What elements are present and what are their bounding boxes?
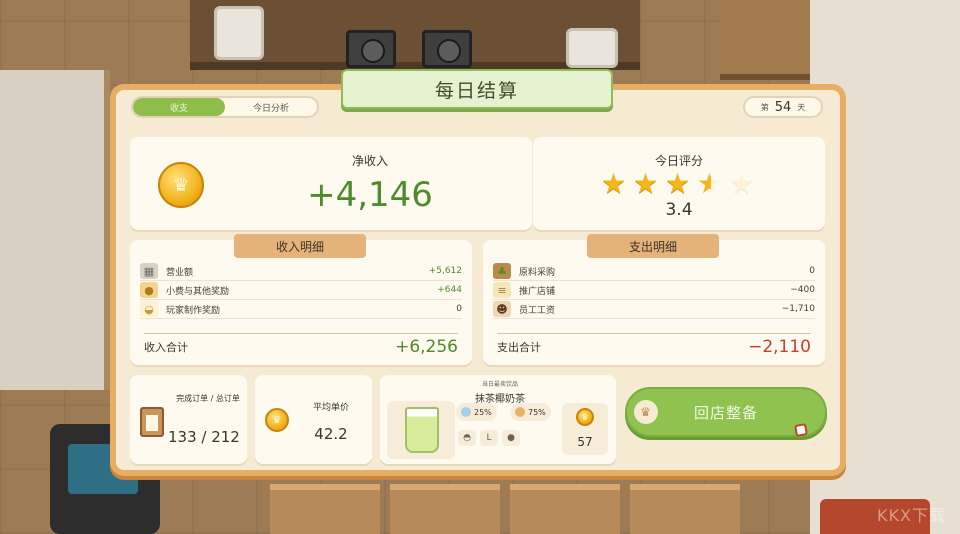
clipboard-icon — [140, 407, 164, 437]
income-row-label: 小费与其他奖励 — [166, 286, 230, 297]
grinder-appliance — [566, 28, 618, 68]
sugar-level-chip: 75% — [510, 403, 551, 421]
daily-rating-card: 今日评分 ★ ★ ★ ★ ★ 3.4 — [533, 137, 825, 230]
expense-row-value: 0 — [809, 266, 815, 276]
chef-coin-icon: ♛ — [265, 408, 289, 432]
average-price-card: ♛ 平均单价 42.2 — [255, 375, 372, 464]
star-empty-icon: ★ — [729, 167, 755, 200]
expense-total-value: −2,110 — [748, 336, 811, 357]
drink-price-box: ♛ 57 — [562, 403, 608, 455]
orders-value: 133 / 212 — [168, 428, 240, 446]
chef-dish-icon: ◒ — [140, 301, 158, 317]
rating-value: 3.4 — [665, 200, 693, 220]
stove-icon — [346, 30, 396, 68]
table — [270, 484, 380, 534]
expense-row-label: 员工工资 — [519, 305, 556, 316]
day-suffix: 天 — [797, 102, 806, 112]
oven-appliance — [214, 6, 264, 60]
income-row-value: +644 — [437, 285, 462, 295]
rating-stars: ★ ★ ★ ★ ★ — [601, 170, 757, 198]
sugar-level-value: 75% — [528, 407, 546, 417]
list-item: ☻ 员工工资 −1,710 — [493, 300, 815, 319]
pointer-cursor-icon — [794, 423, 808, 437]
orders-card: 完成订单 / 总订单 133 / 212 — [130, 375, 247, 464]
table — [510, 484, 620, 534]
income-total-value: +6,256 — [395, 336, 458, 357]
tip-jar-icon: ● — [140, 282, 158, 298]
income-row-label: 营业额 — [166, 267, 194, 278]
expense-details-card: 支出明细 ♣ 原料采购 0 ≡ 推广店铺 −400 ☻ 员工工资 −1,710 … — [483, 234, 825, 365]
star-full-icon: ★ — [601, 167, 627, 200]
list-item: ≡ 推广店铺 −400 — [493, 281, 815, 300]
shelf-decor — [720, 0, 810, 80]
income-total: 收入合计 +6,256 — [144, 333, 458, 359]
tab-income-expense[interactable]: 收支 — [133, 98, 225, 116]
dining-tables — [260, 474, 740, 534]
expense-total: 支出合计 −2,110 — [497, 333, 811, 359]
income-details-card: 收入明细 ▦ 营业额 +5,612 ● 小费与其他奖励 +644 ◒ 玩家制作奖… — [130, 234, 472, 365]
income-rows: ▦ 营业额 +5,612 ● 小费与其他奖励 +644 ◒ 玩家制作奖励 0 — [140, 262, 462, 319]
ice-level-chip: 25% — [456, 403, 497, 421]
side-counter — [0, 70, 110, 390]
expense-row-value: −400 — [790, 285, 815, 295]
income-total-label: 收入合计 — [144, 340, 188, 354]
ice-level-value: 25% — [474, 407, 492, 417]
sugar-icon — [515, 407, 525, 417]
expense-details-heading: 支出明细 — [587, 234, 719, 258]
drink-price-value: 57 — [577, 435, 593, 449]
drink-preview — [387, 401, 455, 459]
star-half-icon: ★ — [697, 170, 725, 198]
cup-size-icon: L — [480, 430, 498, 446]
flyer-icon: ≡ — [493, 282, 511, 298]
income-row-value: 0 — [456, 304, 462, 314]
list-item: ● 小费与其他奖励 +644 — [140, 281, 462, 300]
table — [630, 484, 740, 534]
list-item: ♣ 原料采购 0 — [493, 262, 815, 281]
expense-row-label: 原料采购 — [519, 267, 556, 278]
expense-row-label: 推广店铺 — [519, 286, 556, 297]
ingredients-basket-icon: ♣ — [493, 263, 511, 279]
day-counter: 第 54 天 — [743, 96, 823, 118]
tab-daily-analysis[interactable]: 今日分析 — [225, 98, 317, 116]
income-details-heading: 收入明细 — [234, 234, 366, 258]
tapioca-icon: ● — [502, 430, 520, 446]
watermark: KKX下载 — [877, 506, 946, 525]
list-item: ▦ 营业额 +5,612 — [140, 262, 462, 281]
return-to-shop-label: 回店整备 — [693, 403, 758, 422]
expense-row-value: −1,710 — [781, 304, 815, 314]
expense-total-label: 支出合计 — [497, 340, 541, 354]
average-price-value: 42.2 — [314, 425, 348, 443]
net-income-label: 净收入 — [351, 154, 389, 168]
expense-rows: ♣ 原料采购 0 ≡ 推广店铺 −400 ☻ 员工工资 −1,710 — [493, 262, 815, 319]
chef-hat-icon: ♛ — [634, 400, 658, 424]
stove-icon — [422, 30, 472, 68]
best-drink-subtitle: 当日最卖饮品 — [481, 381, 519, 388]
whipped-cream-icon: ◓ — [458, 430, 476, 446]
net-income-card: ♛ 净收入 +4,146 — [130, 137, 532, 230]
staff-icon: ☻ — [493, 301, 511, 317]
best-drink-card: 当日最卖饮品 抹茶椰奶茶 25% 75% ◓ L ● ♛ 57 — [380, 375, 616, 464]
cash-register-icon: ▦ — [140, 263, 158, 279]
view-tabs: 收支 今日分析 — [131, 96, 319, 118]
star-full-icon: ★ — [633, 167, 659, 200]
chef-coin-icon: ♛ — [576, 408, 594, 426]
income-row-label: 玩家制作奖励 — [166, 305, 221, 316]
chef-coin-icon: ♛ — [158, 162, 204, 208]
table — [390, 484, 500, 534]
matcha-drink-icon — [405, 407, 439, 453]
list-item: ◒ 玩家制作奖励 0 — [140, 300, 462, 319]
ice-icon — [461, 407, 471, 417]
day-number: 54 — [774, 99, 792, 115]
net-income-value: +4,146 — [307, 175, 433, 215]
panel-title: 每日结算 — [341, 69, 613, 109]
income-row-value: +5,612 — [428, 266, 462, 276]
orders-label: 完成订单 / 总订单 — [176, 394, 240, 403]
day-prefix: 第 — [760, 102, 769, 112]
star-full-icon: ★ — [665, 167, 691, 200]
average-price-label: 平均单价 — [312, 403, 350, 413]
